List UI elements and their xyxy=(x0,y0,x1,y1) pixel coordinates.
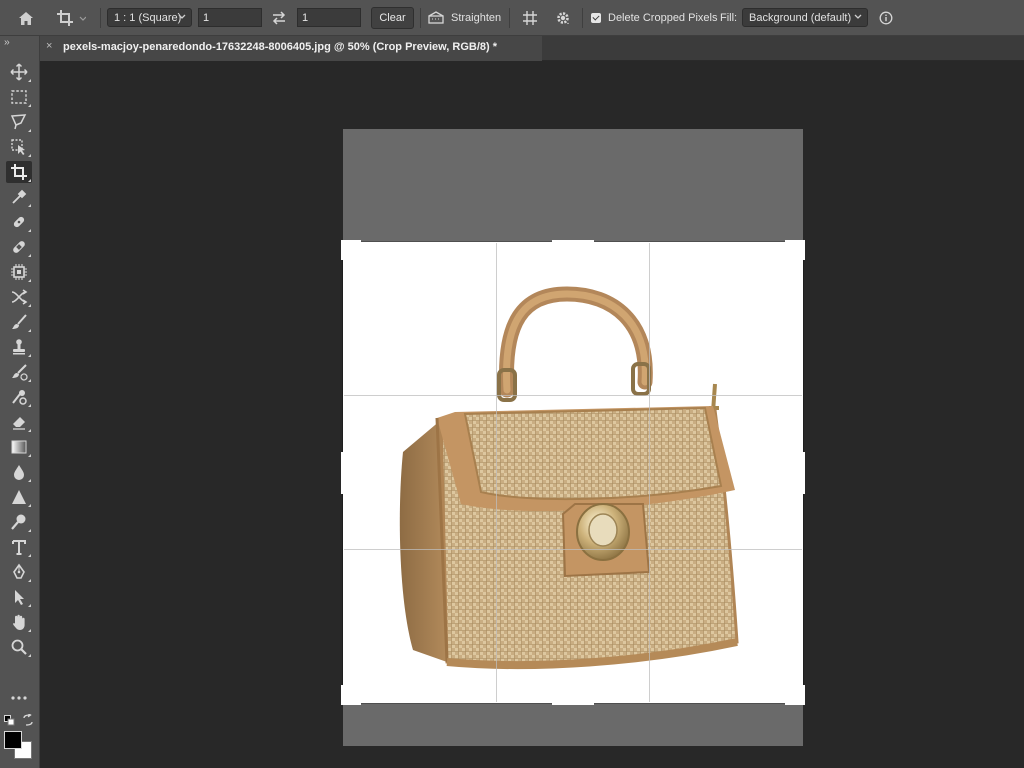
fill-label: Fill: xyxy=(720,12,738,24)
rect-marquee-icon xyxy=(10,89,28,105)
pattern-icon xyxy=(10,388,28,406)
crop-box[interactable] xyxy=(343,242,803,703)
swap-dimensions-icon[interactable] xyxy=(268,0,290,36)
fill-value: Background (default) xyxy=(749,11,852,24)
divider xyxy=(420,8,421,28)
stamp-icon xyxy=(10,338,28,356)
straighten-icon[interactable] xyxy=(426,0,446,36)
crop-handle-top[interactable] xyxy=(552,240,594,244)
crop-handle-top-right[interactable] xyxy=(785,239,806,260)
straighten-label[interactable]: Straighten xyxy=(451,0,501,36)
document-tab[interactable]: × pexels-macjoy-penaredondo-17632248-800… xyxy=(40,36,542,61)
dodge-tool[interactable] xyxy=(6,511,32,533)
brush-tool[interactable] xyxy=(6,311,32,333)
crop-width-input[interactable]: 1 xyxy=(198,8,262,27)
zoom-icon xyxy=(10,638,28,656)
history-brush-icon xyxy=(10,363,28,381)
crop-handle-bottom-left[interactable] xyxy=(340,685,361,706)
type-icon xyxy=(10,538,28,556)
arrow-select-icon xyxy=(10,588,28,606)
aspect-ratio-select[interactable]: 1 : 1 (Square) xyxy=(107,8,192,27)
object-select-icon xyxy=(10,138,28,156)
pen-tool[interactable] xyxy=(6,561,32,583)
panel-collapse-icon[interactable]: ›› xyxy=(4,37,10,48)
move-icon xyxy=(10,63,28,81)
delete-cropped-label: Delete Cropped Pixels xyxy=(608,12,718,24)
foreground-color-swatch[interactable] xyxy=(4,731,22,749)
bandage-icon xyxy=(10,238,28,256)
gear-icon[interactable] xyxy=(551,0,575,36)
crop-handle-bottom-right[interactable] xyxy=(785,685,806,706)
eyedropper-icon xyxy=(10,188,28,206)
gradient-tool[interactable] xyxy=(6,436,32,458)
crop-preset-icon[interactable] xyxy=(54,0,88,36)
document-tab-strip: × pexels-macjoy-penaredondo-17632248-800… xyxy=(40,36,1024,61)
fill-select[interactable]: Background (default) xyxy=(742,8,868,27)
clear-label: Clear xyxy=(379,12,406,24)
info-icon[interactable] xyxy=(876,0,896,36)
aspect-ratio-value: 1 : 1 (Square) xyxy=(114,11,182,24)
overlay-grid-icon[interactable] xyxy=(518,0,542,36)
close-icon[interactable]: × xyxy=(46,40,52,52)
lasso-icon xyxy=(10,113,28,131)
crop-width-value: 1 xyxy=(203,11,210,24)
more-tools[interactable] xyxy=(6,687,32,709)
hand-icon xyxy=(10,613,28,631)
crop-handle-bottom[interactable] xyxy=(552,701,594,705)
object-select-tool[interactable] xyxy=(6,136,32,158)
gradient-icon xyxy=(10,438,28,456)
history-brush-tool[interactable] xyxy=(6,361,32,383)
chevron-down-icon xyxy=(178,12,186,24)
healing-icon xyxy=(10,213,28,231)
type-tool[interactable] xyxy=(6,536,32,558)
healing-brush-tool[interactable] xyxy=(6,236,32,258)
crop-height-input[interactable]: 1 xyxy=(297,8,361,27)
brush-icon xyxy=(10,313,28,331)
dodge-icon xyxy=(10,513,28,531)
crop-handle-top-left[interactable] xyxy=(340,239,361,260)
crop-height-value: 1 xyxy=(302,11,309,24)
marquee-tool[interactable] xyxy=(6,86,32,108)
blur-tool[interactable] xyxy=(6,461,32,483)
eraser-tool[interactable] xyxy=(6,411,32,433)
red-eye-tool[interactable] xyxy=(6,286,32,308)
tools-panel: ›› xyxy=(0,36,40,768)
zoom-tool[interactable] xyxy=(6,636,32,658)
swap-colors-icon[interactable] xyxy=(22,712,34,731)
delete-cropped-checkbox[interactable] xyxy=(591,13,601,23)
eraser-icon xyxy=(10,413,28,431)
crop-tool[interactable] xyxy=(6,161,32,183)
pattern-stamp-tool[interactable] xyxy=(6,386,32,408)
ellipsis-icon xyxy=(10,695,28,701)
divider xyxy=(100,8,101,28)
chevron-down-icon xyxy=(854,12,862,24)
hand-tool[interactable] xyxy=(6,611,32,633)
spot-healing-tool[interactable] xyxy=(6,211,32,233)
content-aware-tool[interactable] xyxy=(6,261,32,283)
pen-icon xyxy=(10,563,28,581)
cross-arrows-icon xyxy=(10,288,28,306)
crop-handle-left[interactable] xyxy=(341,452,345,494)
clear-button[interactable]: Clear xyxy=(371,7,414,29)
divider xyxy=(509,8,510,28)
drop-icon xyxy=(10,463,28,481)
move-tool[interactable] xyxy=(6,61,32,83)
default-colors-icon[interactable] xyxy=(4,713,15,731)
sharpen-tool[interactable] xyxy=(6,486,32,508)
triangle-icon xyxy=(10,488,28,506)
chip-icon xyxy=(10,263,28,281)
eyedropper-tool[interactable] xyxy=(6,186,32,208)
lasso-tool[interactable] xyxy=(6,111,32,133)
crop-handle-right[interactable] xyxy=(801,452,805,494)
document-title: pexels-macjoy-penaredondo-17632248-80064… xyxy=(63,41,497,53)
crop-icon xyxy=(10,163,28,181)
options-bar: 1 : 1 (Square) 1 1 Clear Straighten Dele… xyxy=(0,0,1024,36)
clone-stamp-tool[interactable] xyxy=(6,336,32,358)
path-select-tool[interactable] xyxy=(6,586,32,608)
divider xyxy=(582,8,583,28)
home-icon[interactable] xyxy=(14,0,38,36)
